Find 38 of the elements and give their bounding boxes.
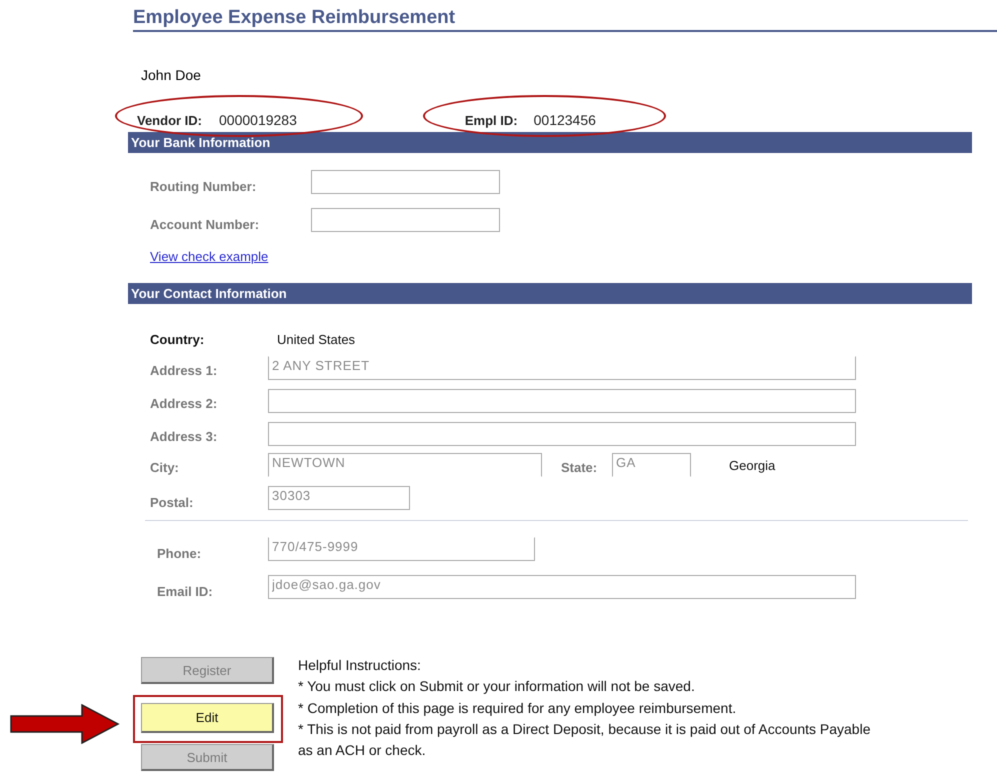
field-label: Email ID: xyxy=(156,584,214,599)
text-field[interactable] xyxy=(268,422,856,446)
state-name: Georgia xyxy=(729,458,776,475)
field-label: Country: xyxy=(149,332,206,346)
field-label: Routing Number: xyxy=(149,178,258,194)
id-label: Vendor ID: xyxy=(137,112,202,128)
text-field[interactable] xyxy=(311,170,500,194)
text-field[interactable]: NEWTOWN xyxy=(268,453,542,477)
text-field[interactable]: 770/475-9999 xyxy=(268,537,535,561)
text-field[interactable] xyxy=(268,389,856,413)
field-label: City: xyxy=(149,460,180,477)
instruction-text: * Completion of this page is required for any employee reimbursement. xyxy=(298,698,738,718)
field-label: Postal: xyxy=(149,495,194,510)
employee-name: John Doe xyxy=(141,67,202,85)
section-header: Your Contact Information xyxy=(128,283,972,304)
text-field[interactable]: GA xyxy=(612,453,691,477)
view-check-example-link[interactable]: View check example xyxy=(150,248,268,264)
text-field[interactable] xyxy=(311,208,500,232)
id-value: 00123456 xyxy=(534,112,596,128)
text-field[interactable]: 30303 xyxy=(268,486,410,510)
id-label: Empl ID: xyxy=(464,112,518,128)
section-header: Your Bank Information xyxy=(128,132,972,153)
field-label: Phone: xyxy=(156,546,202,561)
field-label: Address 2: xyxy=(149,396,218,413)
arrow-icon xyxy=(10,704,120,744)
text-field[interactable]: 2 ANY STREET xyxy=(268,356,856,380)
form-button[interactable]: Edit xyxy=(141,703,274,733)
field-label: State: xyxy=(560,460,598,477)
text-field[interactable]: jdoe@sao.ga.gov xyxy=(268,575,856,599)
id-value: 0000019283 xyxy=(219,112,297,128)
country-value: United States xyxy=(277,332,356,346)
instructions-heading: Helpful Instructions: xyxy=(298,656,422,675)
field-label: Address 3: xyxy=(149,429,218,446)
instruction-text: * You must click on Submit or your information will not be saved. xyxy=(298,677,696,696)
page-title: Employee Expense Reimbursement xyxy=(133,0,997,32)
instruction-text: * This is not paid from payroll as a Direct Deposit, because it is paid out of Accounts Payable as an ACH or check. xyxy=(298,720,872,760)
field-label: Address 1: xyxy=(149,363,218,380)
field-label: Account Number: xyxy=(149,216,260,232)
